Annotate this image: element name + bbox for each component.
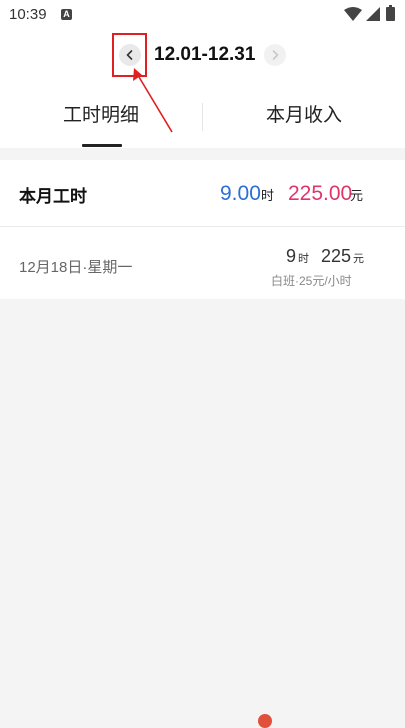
monthly-hours-summary: 本月工时 9.00 时 225.00 元 [0,160,405,226]
summary-label: 本月工时 [19,187,87,206]
entry-date: 12月18日·星期一 [19,259,133,276]
summary-hours-unit: 时 [261,188,275,203]
entry-income-unit: 元 [353,253,364,265]
tab-monthly-income[interactable]: 本月收入 [203,95,405,143]
entry-hours-unit: 时 [298,253,309,265]
tab-bar: 工时明细 本月收入 [0,95,405,143]
status-time: 10:39 [9,6,47,23]
entry-income-value: 225 [321,246,352,266]
wifi-icon [344,7,362,21]
status-bar: 10:39 A [0,0,405,30]
tab-work-hours-detail[interactable]: 工时明细 [0,95,202,143]
entry-hours-value: 9 [286,246,297,266]
floating-dot-indicator [258,714,272,728]
list-item[interactable]: 12月18日·星期一 9 时 225 元 白班·25元/小时 [0,227,405,299]
chevron-right-icon [272,50,279,60]
summary-hours-value: 9.00 [220,182,261,205]
entry-shift-rate: 白班·25元/小时 [271,274,352,288]
battery-icon [386,5,395,21]
summary-income-value: 225.00 [288,182,353,205]
next-month-button[interactable] [264,44,286,66]
signal-icon [366,7,380,21]
summary-income-unit: 元 [350,188,364,203]
a-box-icon: A [61,9,72,20]
tab-selected-indicator [82,144,122,147]
